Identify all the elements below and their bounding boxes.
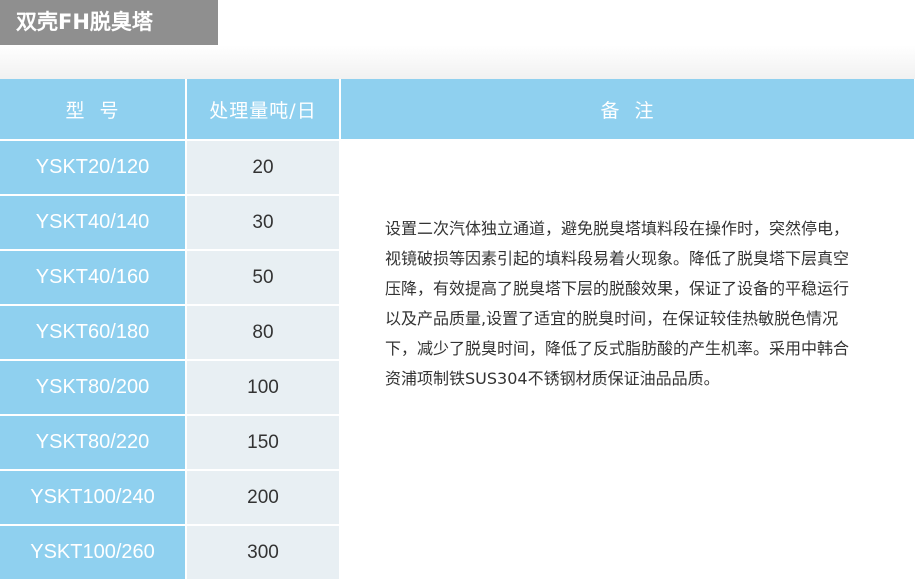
header-model: 型 号	[0, 79, 187, 141]
header-band	[0, 45, 915, 79]
model-cell: YSKT60/180	[0, 305, 187, 361]
model-cell: YSKT40/160	[0, 250, 187, 306]
table-row: YSKT20/120 20 设置二次汽体独立通道，避免脱臭塔填料段在操作时，突然…	[0, 140, 915, 581]
model-cell: YSKT100/260	[0, 525, 187, 581]
capacity-cell: 300	[186, 525, 341, 581]
model-cell: YSKT40/140	[0, 195, 187, 251]
spec-table: 型 号 处理量吨/日 备 注 YSKT20/120 20 设置二次汽体独立通道，…	[0, 79, 915, 581]
table-header-row: 型 号 处理量吨/日 备 注	[0, 79, 915, 141]
page-title: 双壳FH脱臭塔	[0, 0, 218, 45]
model-cell: YSKT80/200	[0, 360, 187, 416]
model-cell: YSKT80/220	[0, 415, 187, 471]
header-remark: 备 注	[340, 79, 915, 141]
capacity-cell: 80	[186, 305, 341, 361]
header-capacity: 处理量吨/日	[186, 79, 341, 141]
remark-cell: 设置二次汽体独立通道，避免脱臭塔填料段在操作时，突然停电，视镜破损等因素引起的填…	[339, 140, 915, 581]
remark-text: 设置二次汽体独立通道，避免脱臭塔填料段在操作时，突然停电，视镜破损等因素引起的填…	[385, 219, 850, 388]
model-cell: YSKT100/240	[0, 470, 187, 526]
capacity-cell: 200	[186, 470, 341, 526]
model-cell: YSKT20/120	[0, 140, 187, 196]
capacity-cell: 30	[186, 195, 341, 251]
capacity-cell: 100	[186, 360, 341, 416]
capacity-cell: 20	[186, 140, 341, 196]
capacity-cell: 150	[186, 415, 341, 471]
capacity-cell: 50	[186, 250, 341, 306]
